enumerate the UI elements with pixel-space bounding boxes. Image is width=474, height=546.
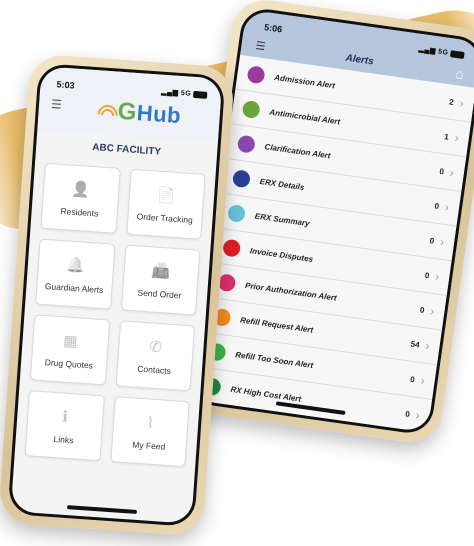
fax-icon: 📠 <box>151 262 171 281</box>
alert-color-dot <box>236 134 256 154</box>
chevron-right-icon: › <box>414 407 421 423</box>
chevron-right-icon: › <box>424 338 431 354</box>
tile-label: Contacts <box>137 363 172 376</box>
tile-contacts[interactable]: ✆ Contacts <box>115 320 196 392</box>
hamburger-menu-icon[interactable]: ☰ <box>51 97 64 112</box>
alert-count: 0 <box>404 408 411 419</box>
battery-icon <box>192 90 208 99</box>
facility-name: ABC FACILITY <box>91 141 162 158</box>
tile-label: My Feed <box>131 439 166 452</box>
alert-count: 0 <box>429 235 435 246</box>
alert-color-dot <box>231 168 252 188</box>
tile-drug-quotes[interactable]: ▦ Drug Quotes <box>29 314 110 386</box>
tile-label: Send Order <box>137 287 182 301</box>
document-icon: 📄 <box>156 186 177 205</box>
tile-links[interactable]: ℹ Links <box>24 390 105 462</box>
tile-label: Drug Quotes <box>44 357 94 371</box>
ghub-header: 5:03 ▂▄▆ 5G ☰ GHub <box>37 66 223 143</box>
wifi-icon <box>93 100 122 130</box>
logo-g: G <box>116 97 138 126</box>
ghub-logo: GHub <box>93 96 182 130</box>
chevron-right-icon: › <box>453 130 460 146</box>
chevron-right-icon: › <box>458 95 465 111</box>
chevron-right-icon: › <box>429 303 436 319</box>
status-time: 5:03 <box>56 79 75 91</box>
chevron-right-icon: › <box>439 234 446 250</box>
alert-count: 0 <box>438 166 445 176</box>
person-icon: 👤 <box>71 180 91 199</box>
tile-order-tracking[interactable]: 📄 Order Tracking <box>125 168 206 240</box>
alert-count: 0 <box>419 304 426 315</box>
status-time: 5:06 <box>263 22 283 35</box>
tile-send-order[interactable]: 📠 Send Order <box>120 244 201 316</box>
tile-label: Guardian Alerts <box>44 280 104 296</box>
tile-label: Residents <box>60 205 99 219</box>
alert-count: 1 <box>443 131 450 142</box>
rss-icon: ⌇ <box>146 414 155 432</box>
home-indicator <box>66 505 137 514</box>
tile-guardian-alerts[interactable]: 🔔 Guardian Alerts <box>35 238 116 310</box>
chevron-right-icon: › <box>434 269 441 284</box>
alert-count: 54 <box>410 339 421 350</box>
status-bar: 5:03 ▂▄▆ 5G <box>40 66 222 103</box>
chevron-right-icon: › <box>448 165 455 180</box>
alert-color-dot <box>227 203 247 223</box>
alert-count: 0 <box>424 270 430 280</box>
menu-tile-grid: 👤 Residents 📄 Order Tracking 🔔 Guardian Alert… <box>24 162 206 468</box>
alert-color-dot <box>222 238 242 258</box>
alert-count: 0 <box>434 200 440 211</box>
status-signal: 5G <box>437 48 449 57</box>
alert-list: Admission Alert 2 › Antimicrobial Alert 1 › Cl… <box>191 54 474 433</box>
chevron-right-icon: › <box>419 373 426 388</box>
phone-icon: ✆ <box>148 338 163 357</box>
calculator-icon: ▦ <box>62 332 79 351</box>
alert-count: 2 <box>448 97 455 107</box>
tile-label: Order Tracking <box>136 211 194 226</box>
info-icon: ℹ <box>61 408 69 426</box>
tile-my-feed[interactable]: ⌇ My Feed <box>109 396 190 468</box>
battery-icon <box>449 49 465 59</box>
alert-color-dot <box>241 99 261 119</box>
tile-residents[interactable]: 👤 Residents <box>40 162 121 234</box>
alert-color-dot <box>246 64 266 84</box>
bell-icon: 🔔 <box>65 256 86 275</box>
logo-hub: Hub <box>136 100 182 129</box>
chevron-right-icon: › <box>444 199 450 215</box>
phone-ghub: 5:03 ▂▄▆ 5G ☰ GHub ABC FACILITY 👤 Residen… <box>0 53 236 537</box>
tile-label: Links <box>53 433 74 446</box>
status-signal: 5G <box>180 90 192 98</box>
alert-count: 0 <box>409 374 416 384</box>
